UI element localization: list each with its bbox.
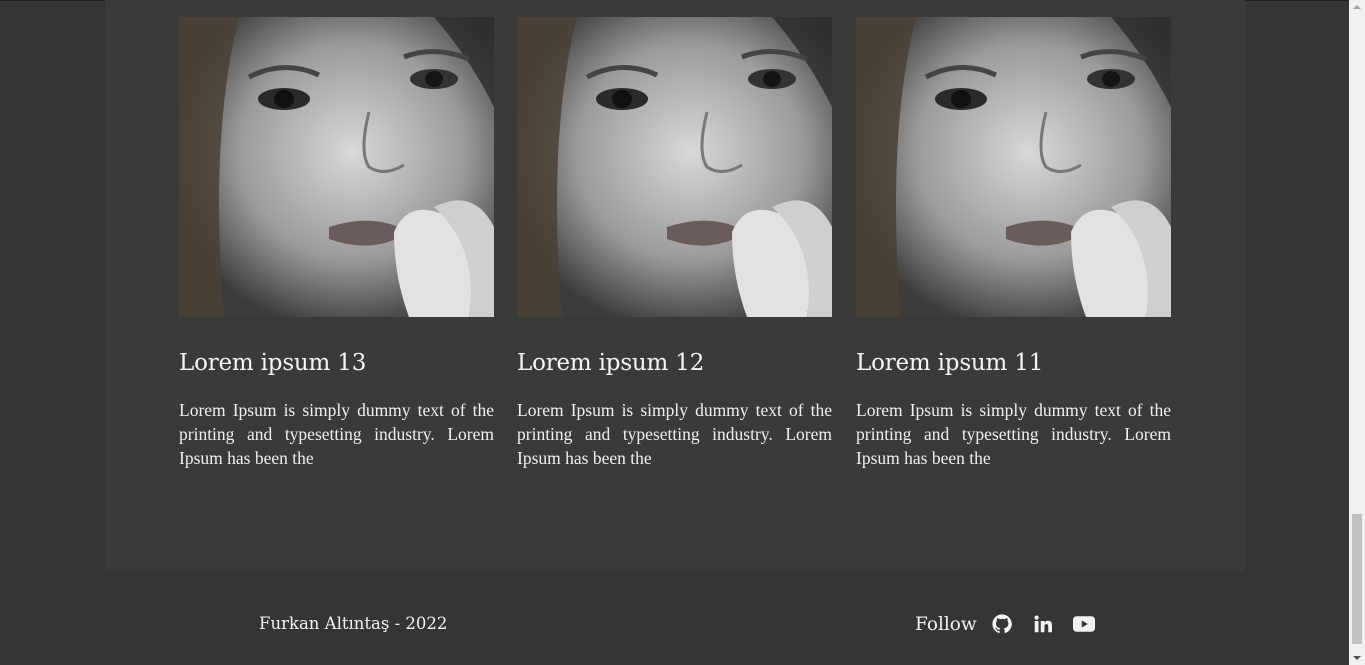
scroll-down-icon[interactable] <box>1353 656 1361 660</box>
card-excerpt: Lorem Ipsum is simply dummy text of the … <box>517 400 832 468</box>
card-title[interactable]: Lorem ipsum 12 <box>517 350 832 376</box>
footer: Furkan Altıntaş - 2022 Follow <box>0 571 1349 665</box>
copyright-text: Furkan Altıntaş - 2022 <box>259 614 448 633</box>
blog-card[interactable]: Lorem ipsum 13 Lorem Ipsum is simply dum… <box>179 17 494 470</box>
card-title[interactable]: Lorem ipsum 11 <box>856 350 1171 376</box>
blog-card[interactable]: Lorem ipsum 11 Lorem Ipsum is simply dum… <box>856 17 1171 470</box>
blog-grid: Lorem ipsum 13 Lorem Ipsum is simply dum… <box>105 0 1245 571</box>
follow-label: Follow <box>915 613 977 635</box>
youtube-icon[interactable] <box>1072 613 1095 635</box>
github-icon[interactable] <box>991 613 1013 635</box>
page-scrollbar[interactable] <box>1349 0 1365 665</box>
social-links: Follow <box>915 613 1114 635</box>
blog-card[interactable]: Lorem ipsum 12 Lorem Ipsum is simply dum… <box>517 17 832 470</box>
card-title[interactable]: Lorem ipsum 13 <box>179 350 494 376</box>
portrait-image[interactable] <box>517 17 832 317</box>
scrollbar-thumb[interactable] <box>1352 514 1362 644</box>
portrait-image[interactable] <box>179 17 494 317</box>
portrait-image[interactable] <box>856 17 1171 317</box>
page: Lorem ipsum 13 Lorem Ipsum is simply dum… <box>0 0 1349 665</box>
linkedin-icon[interactable] <box>1032 613 1054 635</box>
scroll-up-icon[interactable] <box>1353 5 1361 9</box>
card-excerpt: Lorem Ipsum is simply dummy text of the … <box>856 400 1171 468</box>
card-excerpt: Lorem Ipsum is simply dummy text of the … <box>179 400 494 468</box>
